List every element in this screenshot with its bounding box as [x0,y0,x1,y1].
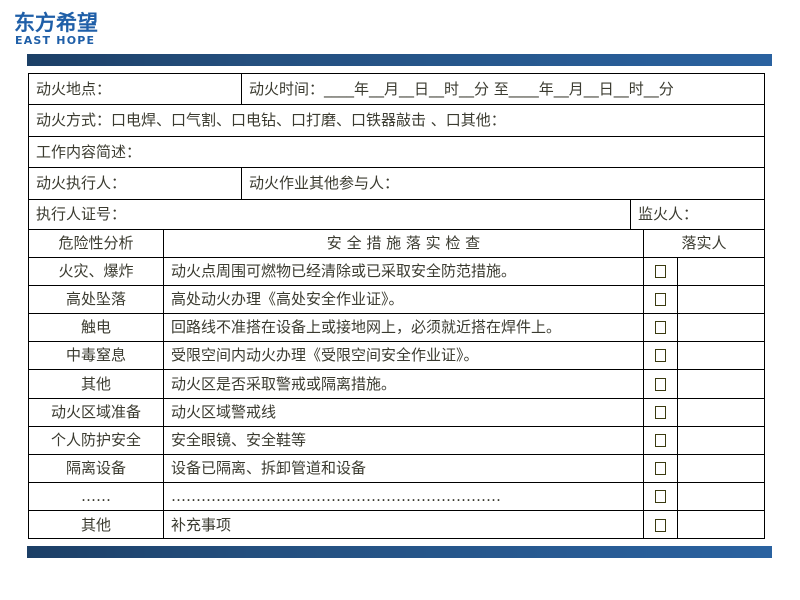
checkbox-icon[interactable] [655,349,666,362]
checkbox-cell[interactable] [644,342,678,370]
responsible-person-cell[interactable] [678,483,764,511]
responsible-person-cell[interactable] [678,258,764,286]
risk-text: 其他 [80,515,111,534]
measure-cell: 动火区域警戒线 [164,399,644,427]
participants-field[interactable]: 动火作业其他参与人： [242,168,764,200]
checkbox-cell[interactable] [644,286,678,314]
checkbox-icon[interactable] [655,293,666,306]
measure-text: 动火区域警戒线 [171,403,277,421]
measure-text: 受限空间内动火办理《受限空间安全作业证》。 [171,346,479,364]
checkbox-cell[interactable] [644,258,678,286]
risk-text: 动火区域准备 [50,403,141,421]
risk-text: 个人防护安全 [50,431,141,449]
measure-cell: 补充事项 [164,511,644,539]
safety-measures-header-text: 安 全 措 施 落 实 检 查 [326,234,481,252]
responsible-person-cell[interactable] [678,314,764,342]
checkbox-icon[interactable] [655,462,666,475]
executor-id-label: 执行人证号： [36,205,127,223]
checkbox-cell[interactable] [644,511,678,539]
risk-text: 高处坠落 [65,290,126,308]
measure-cell: 回路线不准搭在设备上或接地网上，必须就近搭在焊件上。 [164,314,644,342]
checkbox-cell[interactable] [644,399,678,427]
checkbox-cell[interactable] [644,455,678,483]
checkbox-icon[interactable] [655,406,666,419]
time-field[interactable]: 动火时间：____年__月__日__时__分 至____年__月__日__时__… [242,74,764,105]
hot-work-permit-form: 动火地点： 动火时间：____年__月__日__时__分 至____年__月__… [28,73,765,539]
responsible-person-cell[interactable] [678,427,764,455]
location-label: 动火地点： [36,79,112,98]
executor-label: 动火执行人： [36,174,127,192]
responsible-person-header: 落实人 [644,230,764,258]
checkbox-cell[interactable] [644,427,678,455]
measure-cell: 安全眼镜、安全鞋等 [164,427,644,455]
measure-cell: 设备已隔离、拆卸管道和设备 [164,455,644,483]
risk-analysis-header-text: 危险性分析 [58,234,134,252]
risk-text: …… [81,487,111,505]
checkbox-cell[interactable] [644,483,678,511]
risk-cell: 个人防护安全 [29,427,164,455]
logo-english-name: EAST HOPE [15,34,96,47]
measure-cell: 动火点周围可燃物已经清除或已采取安全防范措施。 [164,258,644,286]
measure-cell: 动火区是否采取警戒或隔离措施。 [164,370,644,399]
checkbox-cell[interactable] [644,370,678,399]
risk-cell: 动火区域准备 [29,399,164,427]
risk-cell: 触电 [29,314,164,342]
header-divider-bar [27,54,772,66]
risk-cell: …… [29,483,164,511]
measure-text: 安全眼镜、安全鞋等 [171,431,307,449]
risk-text: 隔离设备 [65,459,126,477]
responsible-person-header-text: 落实人 [681,234,727,252]
responsible-person-cell[interactable] [678,286,764,314]
measure-text: 动火区是否采取警戒或隔离措施。 [171,374,397,393]
executor-id-field[interactable]: 执行人证号： [29,200,631,230]
measure-text: 回路线不准搭在设备上或接地网上，必须就近搭在焊件上。 [171,318,562,336]
east-hope-logo: 东方希望 EAST HOPE [14,11,110,47]
method-field[interactable]: 动火方式：口电焊、口气割、口电钻、口打磨、口铁器敲击 、口其他： [29,105,764,137]
checkbox-icon[interactable] [655,490,666,503]
time-label: 动火时间：____年__月__日__时__分 至____年__月__日__时__… [249,79,674,98]
measure-text: 高处动火办理《高处安全作业证》。 [171,290,404,308]
checkbox-icon[interactable] [655,321,666,334]
responsible-person-cell[interactable] [678,399,764,427]
measure-cell: 高处动火办理《高处安全作业证》。 [164,286,644,314]
risk-text: 火灾、爆炸 [58,262,134,280]
work-description-label: 工作内容简述： [36,142,142,161]
executor-field[interactable]: 动火执行人： [29,168,242,200]
fire-watcher-label: 监火人： [638,205,699,223]
risk-cell: 隔离设备 [29,455,164,483]
responsible-person-cell[interactable] [678,342,764,370]
checkbox-icon[interactable] [655,377,666,391]
participants-label: 动火作业其他参与人： [249,174,400,192]
measure-cell: ………………………………………………………… [164,483,644,511]
risk-cell: 其他 [29,511,164,539]
risk-cell: 其他 [29,370,164,399]
measure-text: ………………………………………………………… [171,487,501,505]
risk-analysis-header: 危险性分析 [29,230,164,258]
location-field[interactable]: 动火地点： [29,74,242,105]
work-description-field[interactable]: 工作内容简述： [29,137,764,168]
responsible-person-cell[interactable] [678,511,764,539]
logo-chinese-name: 东方希望 [14,11,98,35]
checkbox-cell[interactable] [644,314,678,342]
risk-cell: 火灾、爆炸 [29,258,164,286]
responsible-person-cell[interactable] [678,455,764,483]
footer-divider-bar [27,546,772,558]
risk-text: 触电 [80,318,111,336]
risk-cell: 高处坠落 [29,286,164,314]
checkbox-icon[interactable] [655,518,666,532]
risk-text: 其他 [80,374,111,393]
risk-text: 中毒窒息 [65,346,126,364]
checkbox-icon[interactable] [655,434,666,447]
checkbox-icon[interactable] [655,265,666,278]
measure-text: 设备已隔离、拆卸管道和设备 [171,459,367,477]
measure-text: 补充事项 [171,515,232,534]
measure-cell: 受限空间内动火办理《受限空间安全作业证》。 [164,342,644,370]
responsible-person-cell[interactable] [678,370,764,399]
safety-measures-header: 安 全 措 施 落 实 检 查 [164,230,644,258]
measure-text: 动火点周围可燃物已经清除或已采取安全防范措施。 [171,262,517,280]
risk-cell: 中毒窒息 [29,342,164,370]
fire-watcher-field[interactable]: 监火人： [631,200,764,230]
method-label: 动火方式：口电焊、口气割、口电钻、口打磨、口铁器敲击 、口其他： [36,111,506,129]
